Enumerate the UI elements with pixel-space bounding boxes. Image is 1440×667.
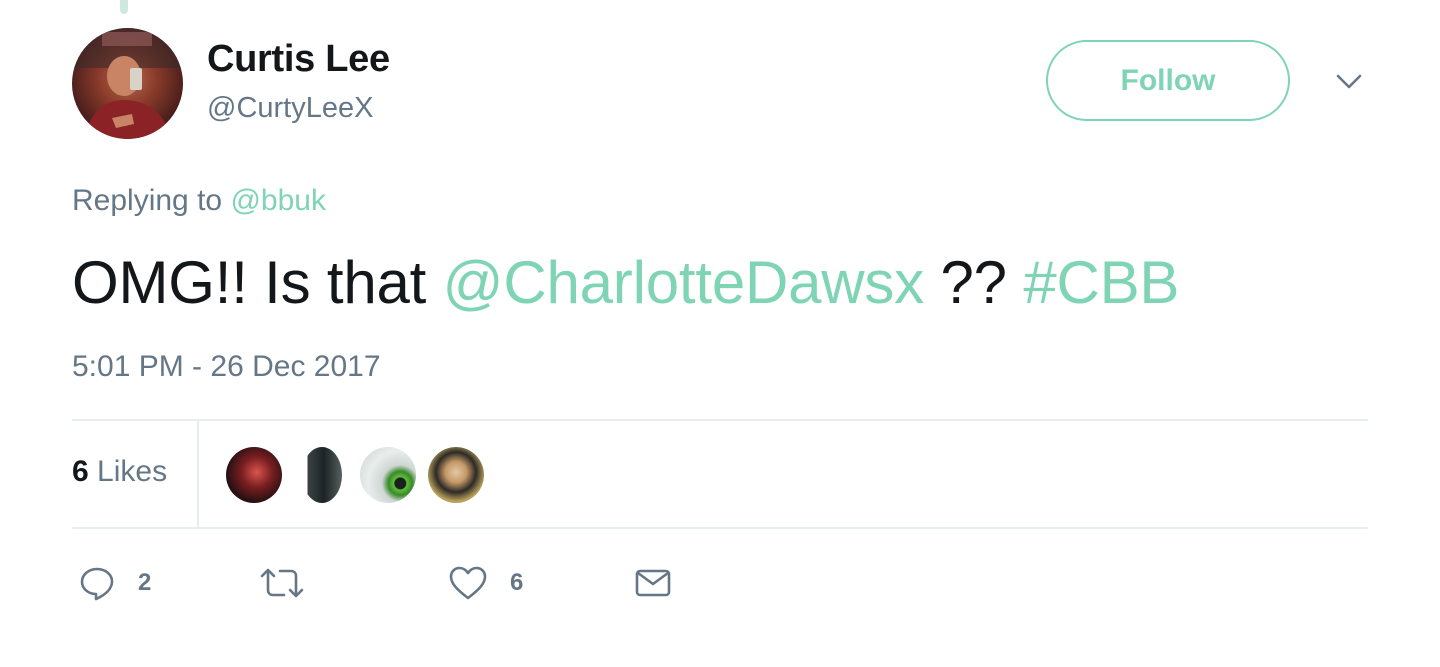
like-button[interactable]: 6 (448, 560, 523, 606)
reply-icon (80, 567, 114, 601)
likes-count: 6 (72, 455, 89, 488)
reply-mention-link[interactable]: @bbuk (230, 184, 326, 217)
reply-context: Replying to @bbuk (72, 184, 326, 218)
liker-avatar[interactable] (226, 447, 282, 503)
likes-stat[interactable]: 6 Likes (72, 455, 167, 489)
tweet-text: OMG!! Is that @CharlotteDawsx ?? #CBB (72, 248, 1179, 317)
liker-avatar[interactable] (360, 447, 416, 503)
tweet-text-part1: OMG!! Is that (72, 249, 443, 316)
retweet-button[interactable] (258, 560, 328, 606)
stats-divider (197, 421, 199, 527)
author-handle[interactable]: @CurtyLeeX (207, 92, 373, 125)
heart-icon (449, 566, 487, 600)
caret-down-icon[interactable] (1334, 66, 1364, 96)
reply-count: 2 (138, 569, 152, 596)
tweet-header: Curtis Lee @CurtyLeeX Follow (72, 28, 1368, 140)
reply-context-prefix: Replying to (72, 184, 223, 217)
follow-button[interactable]: Follow (1046, 40, 1290, 121)
author-name[interactable]: Curtis Lee (207, 38, 390, 81)
divider (72, 419, 1368, 421)
thread-connector-line (120, 0, 128, 14)
reply-button[interactable]: 2 (78, 560, 151, 606)
author-avatar[interactable] (72, 28, 183, 139)
direct-message-button[interactable] (634, 560, 672, 606)
divider (72, 527, 1368, 529)
envelope-icon (635, 569, 671, 597)
tweet-hashtag-link[interactable]: #CBB (1023, 249, 1179, 316)
tweet-timestamp[interactable]: 5:01 PM - 26 Dec 2017 (72, 350, 381, 384)
tweet-mention-link[interactable]: @CharlotteDawsx (443, 249, 925, 316)
like-count: 6 (510, 569, 524, 596)
liker-avatar[interactable] (428, 447, 484, 503)
tweet-actions: 2 6 (72, 560, 772, 606)
tweet-text-part2: ?? (924, 249, 1024, 316)
avatar-photo-icon (72, 28, 183, 139)
retweet-icon (260, 568, 304, 598)
liker-avatar[interactable] (302, 447, 342, 503)
likes-label: Likes (97, 455, 168, 488)
